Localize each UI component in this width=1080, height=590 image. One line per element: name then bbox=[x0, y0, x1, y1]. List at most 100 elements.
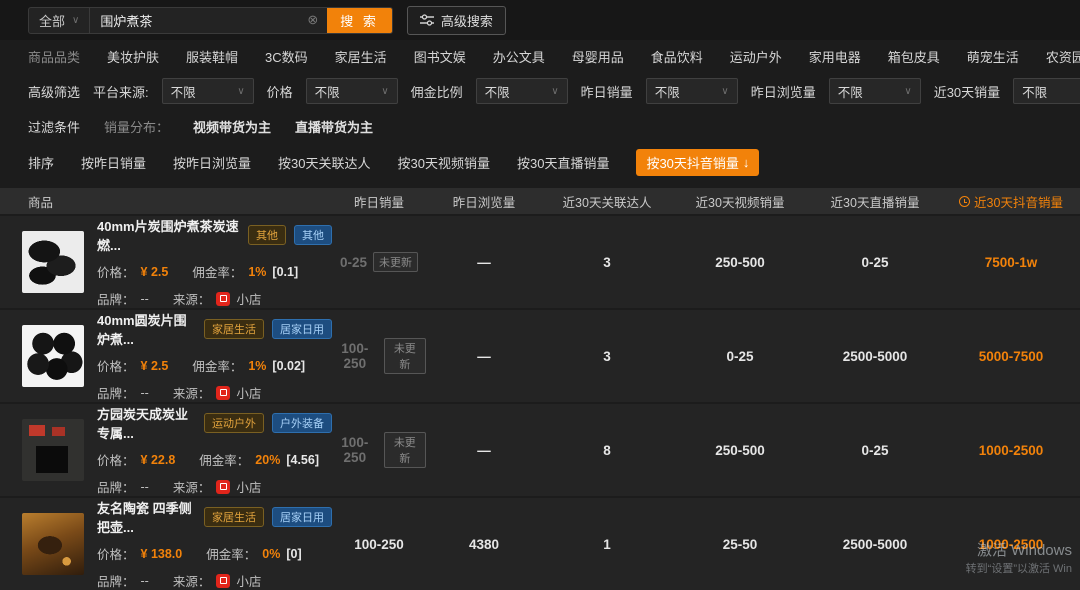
table-row: 方园炭天成炭业专属... 运动户外 户外装备 价格： ¥ 22.8 佣金率： 2… bbox=[0, 404, 1080, 496]
advanced-search-button[interactable]: 高级搜索 bbox=[407, 6, 506, 35]
category-item[interactable]: 服装鞋帽 bbox=[186, 47, 238, 66]
search-button[interactable]: 搜 索 bbox=[327, 8, 392, 33]
product-title[interactable]: 40mm圆炭片围炉煮... bbox=[97, 310, 196, 348]
brand-label: 品牌： bbox=[97, 383, 135, 402]
column-yesterday-views: 昨日浏览量 bbox=[426, 192, 542, 211]
category-item[interactable]: 箱包皮具 bbox=[888, 47, 940, 66]
product-cell: 40mm片炭围炉煮茶炭速燃... 其他 其他 价格： ¥ 2.5 佣金率： 1%… bbox=[0, 216, 332, 308]
column-30d-douyin-sales[interactable]: 近30天抖音销量 bbox=[942, 192, 1080, 211]
chevron-down-icon: ∨ bbox=[904, 86, 911, 97]
search-input[interactable] bbox=[90, 8, 298, 33]
subcategory-badge: 居家日用 bbox=[272, 319, 332, 339]
sort-by-30d-talents[interactable]: 按30天关联达人 bbox=[278, 153, 370, 172]
filter-field-label: 佣金比例 bbox=[411, 82, 463, 101]
shop-name[interactable]: 小店 bbox=[236, 571, 261, 590]
search-category-dropdown[interactable]: 全部 ∨ bbox=[29, 8, 90, 33]
chevron-down-icon: ∨ bbox=[237, 86, 244, 97]
product-thumbnail[interactable] bbox=[22, 231, 84, 293]
table-row: 40mm圆炭片围炉煮... 家居生活 居家日用 价格： ¥ 2.5 佣金率： 1… bbox=[0, 310, 1080, 402]
category-item[interactable]: 食品饮料 bbox=[651, 47, 703, 66]
shop-name[interactable]: 小店 bbox=[236, 289, 261, 308]
yesterday-sales-select[interactable]: 不限 ∨ bbox=[646, 78, 738, 104]
category-item[interactable]: 运动户外 bbox=[730, 47, 782, 66]
douyin-sales-30d-cell: 1000-2500 bbox=[942, 537, 1080, 552]
category-item[interactable]: 家用电器 bbox=[809, 47, 861, 66]
product-cell: 40mm圆炭片围炉煮... 家居生活 居家日用 价格： ¥ 2.5 佣金率： 1… bbox=[0, 310, 332, 402]
video-sales-30d-cell: 25-50 bbox=[672, 537, 808, 552]
product-title[interactable]: 方园炭天成炭业专属... bbox=[97, 404, 196, 442]
sales-30d-select[interactable]: 不限 ∨ bbox=[1013, 78, 1080, 104]
yesterday-views-cell: 4380 bbox=[426, 537, 542, 552]
chevron-down-icon: ∨ bbox=[381, 86, 388, 97]
brand-label: 品牌： bbox=[97, 477, 135, 496]
category-badge: 其他 bbox=[248, 225, 286, 245]
category-item[interactable]: 萌宠生活 bbox=[967, 47, 1019, 66]
shop-name[interactable]: 小店 bbox=[236, 477, 261, 496]
subcategory-badge: 其他 bbox=[294, 225, 332, 245]
table-row: 40mm片炭围炉煮茶炭速燃... 其他 其他 价格： ¥ 2.5 佣金率： 1%… bbox=[0, 216, 1080, 308]
talents-30d-cell: 1 bbox=[542, 537, 672, 552]
yesterday-sales-value: 0-25 bbox=[340, 255, 367, 270]
commission-label: 佣金率： bbox=[206, 544, 256, 563]
commission-select[interactable]: 不限 ∨ bbox=[476, 78, 568, 104]
yesterday-sales-value: 100-250 bbox=[332, 435, 378, 465]
category-item[interactable]: 家居生活 bbox=[335, 47, 387, 66]
price-label: 价格： bbox=[97, 544, 135, 563]
platform-source-select[interactable]: 不限 ∨ bbox=[162, 78, 254, 104]
price-label: 价格： bbox=[97, 356, 135, 375]
commission-amount: [0.02] bbox=[272, 359, 305, 373]
product-thumbnail[interactable] bbox=[22, 513, 84, 575]
price-select[interactable]: 不限 ∨ bbox=[306, 78, 398, 104]
advanced-search-label: 高级搜索 bbox=[441, 11, 493, 30]
filter-field-label: 昨日浏览量 bbox=[751, 82, 816, 101]
brand-value: -- bbox=[141, 574, 149, 588]
yesterday-views-cell: — bbox=[426, 255, 542, 270]
shop-name[interactable]: 小店 bbox=[236, 383, 261, 402]
advanced-filter-label: 高级筛选 bbox=[28, 82, 80, 101]
live-sales-30d-cell: 0-25 bbox=[808, 443, 942, 458]
category-item[interactable]: 母婴用品 bbox=[572, 47, 624, 66]
commission-amount: [0] bbox=[286, 547, 301, 561]
sort-by-30d-live-sales[interactable]: 按30天直播销量 bbox=[517, 153, 609, 172]
search-control: 全部 ∨ ⊗ 搜 索 bbox=[28, 7, 393, 34]
yesterday-views-select[interactable]: 不限 ∨ bbox=[829, 78, 921, 104]
column-30d-video-sales: 近30天视频销量 bbox=[672, 192, 808, 211]
clock-icon bbox=[959, 196, 970, 207]
clear-search-icon[interactable]: ⊗ bbox=[298, 8, 327, 33]
column-label: 近30天抖音销量 bbox=[974, 192, 1063, 211]
condition-video-led[interactable]: 视频带货为主 bbox=[193, 117, 271, 136]
brand-label: 品牌： bbox=[97, 289, 135, 308]
sort-by-30d-video-sales[interactable]: 按30天视频销量 bbox=[398, 153, 490, 172]
sort-by-30d-douyin-sales-active[interactable]: 按30天抖音销量 ↓ bbox=[636, 149, 759, 176]
price-value: ¥ 2.5 bbox=[141, 265, 169, 279]
sort-active-label: 按30天抖音销量 bbox=[646, 153, 738, 172]
category-badge: 家居生活 bbox=[204, 319, 264, 339]
condition-live-led[interactable]: 直播带货为主 bbox=[295, 117, 373, 136]
sort-row: 排序 按昨日销量 按昨日浏览量 按30天关联达人 按30天视频销量 按30天直播… bbox=[0, 142, 1080, 182]
product-title[interactable]: 40mm片炭围炉煮茶炭速燃... bbox=[97, 216, 240, 254]
sort-by-yesterday-views[interactable]: 按昨日浏览量 bbox=[173, 153, 251, 172]
product-thumbnail[interactable] bbox=[22, 325, 84, 387]
category-item[interactable]: 办公文具 bbox=[493, 47, 545, 66]
category-item[interactable]: 农资园艺 bbox=[1046, 47, 1080, 66]
chevron-down-icon: ∨ bbox=[721, 86, 728, 97]
filter-field-label: 昨日销量 bbox=[581, 82, 633, 101]
filter-field-label: 平台来源: bbox=[93, 82, 149, 101]
category-item[interactable]: 美妆护肤 bbox=[107, 47, 159, 66]
product-thumbnail[interactable] bbox=[22, 419, 84, 481]
search-category-value: 全部 bbox=[39, 11, 65, 30]
sales-distribution-label: 销量分布： bbox=[104, 117, 169, 136]
category-badge: 运动户外 bbox=[204, 413, 264, 433]
category-item[interactable]: 图书文娱 bbox=[414, 47, 466, 66]
yesterday-views-cell: — bbox=[426, 349, 542, 364]
sort-by-yesterday-sales[interactable]: 按昨日销量 bbox=[81, 153, 146, 172]
product-title[interactable]: 友名陶瓷 四季侧把壶... bbox=[97, 498, 196, 536]
product-info: 友名陶瓷 四季侧把壶... 家居生活 居家日用 价格： ¥ 138.0 佣金率：… bbox=[97, 498, 332, 590]
category-item[interactable]: 3C数码 bbox=[265, 47, 308, 66]
select-value: 不限 bbox=[838, 82, 863, 101]
table-header: 商品 昨日销量 昨日浏览量 近30天关联达人 近30天视频销量 近30天直播销量… bbox=[0, 188, 1080, 214]
chevron-down-icon: ∨ bbox=[551, 86, 558, 97]
talents-30d-cell: 3 bbox=[542, 255, 672, 270]
table-row: 友名陶瓷 四季侧把壶... 家居生活 居家日用 价格： ¥ 138.0 佣金率：… bbox=[0, 498, 1080, 590]
yesterday-sales-cell: 100-250 bbox=[332, 537, 426, 552]
